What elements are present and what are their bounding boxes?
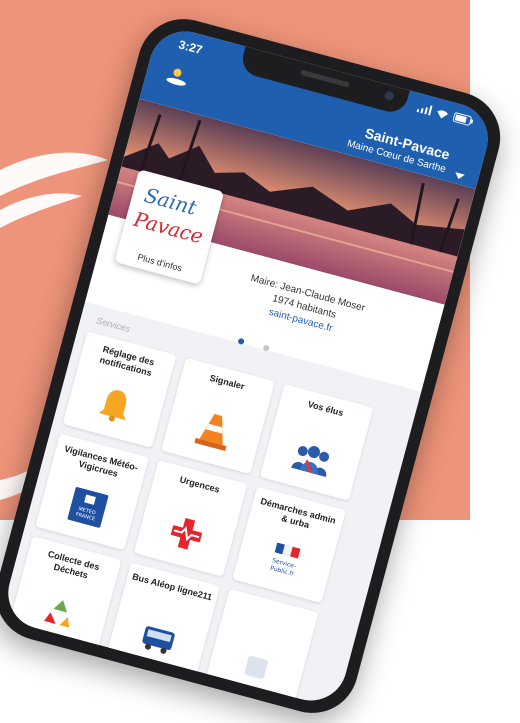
service-tile-demarches[interactable]: Démarches admin & urba Service- Public.fr xyxy=(232,486,346,604)
service-public-icon: Service- Public.fr xyxy=(260,539,309,587)
saint-pavace-logo: Saint Pavace xyxy=(130,183,206,249)
more-info-link[interactable]: Plus d'infos xyxy=(116,246,204,278)
emergency-cross-icon xyxy=(164,513,207,559)
carousel-dot-active[interactable] xyxy=(237,337,245,345)
signal-icon xyxy=(416,105,433,116)
service-tile-bus[interactable]: Bus Aléop ligne211 xyxy=(106,562,221,679)
service-tile-label: Signaler xyxy=(208,372,246,392)
service-tile-more[interactable] xyxy=(204,588,319,706)
bus-icon xyxy=(137,623,178,662)
tile-icon xyxy=(240,653,271,687)
meteo-france-icon: METEO FRANCE xyxy=(66,487,109,533)
status-icons xyxy=(416,102,474,126)
elected-officials-icon xyxy=(287,440,335,484)
service-tile-signaler[interactable]: Signaler xyxy=(161,357,275,475)
wifi-icon xyxy=(437,110,448,119)
carousel-dot[interactable] xyxy=(262,344,271,352)
traffic-cone-icon xyxy=(193,409,235,457)
service-tile-notifications[interactable]: Réglage des notifications xyxy=(62,331,177,448)
app-logo-icon[interactable] xyxy=(163,63,191,93)
battery-icon xyxy=(452,112,474,126)
service-tile-label: Réglage des notifications xyxy=(98,344,156,379)
bell-icon xyxy=(95,385,134,430)
status-time: 3:27 xyxy=(177,37,204,58)
service-tile-dechets[interactable]: Collecte des Déchets xyxy=(7,536,122,653)
recycling-icon xyxy=(40,593,78,635)
service-tile-elus[interactable]: Vos élus xyxy=(259,384,374,501)
service-tile-label: Vos élus xyxy=(306,399,345,419)
service-tile-vigilances[interactable]: Vigilances Météo-Vigicrues METEO FRANCE xyxy=(35,433,149,551)
service-tile-urgences[interactable]: Urgences xyxy=(133,460,248,577)
services-grid: Réglage des notifications Signaler Vos é… xyxy=(7,331,381,707)
